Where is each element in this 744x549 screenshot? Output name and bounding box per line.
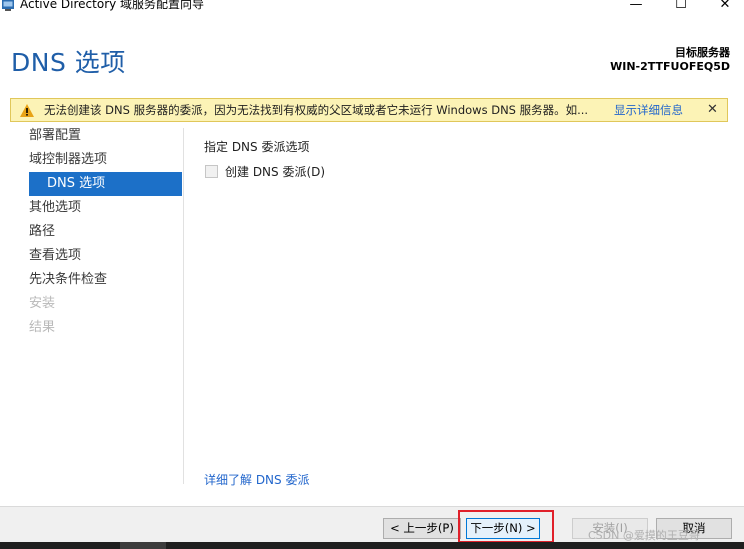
warning-banner: 无法创建该 DNS 服务器的委派，因为无法找到有权威的父区域或者它未运行 Win… <box>10 98 728 122</box>
sidebar-item-dc-options[interactable]: 域控制器选项 <box>29 148 107 172</box>
sidebar-item-deployment-config[interactable]: 部署配置 <box>29 124 81 148</box>
minimize-button[interactable]: — <box>624 0 648 13</box>
sidebar-item-additional-options[interactable]: 其他选项 <box>29 196 81 220</box>
wizard-footer: < 上一步(P) 下一步(N) > 安装(I) 取消 CSDN @爱摸的王豆哥 <box>0 506 744 543</box>
server-manager-icon <box>2 0 14 11</box>
page-title: DNS 选项 <box>11 48 126 77</box>
create-dns-delegation-checkbox[interactable] <box>205 165 218 178</box>
taskbar <box>0 542 744 549</box>
next-button[interactable]: 下一步(N) > <box>466 518 540 539</box>
title-bar: Active Directory 域服务配置向导 — ☐ ✕ <box>0 0 744 14</box>
sidebar-divider <box>183 128 184 484</box>
target-server-name: WIN-2TTFUOFEQ5D <box>610 60 730 73</box>
target-server-label: 目标服务器 <box>675 46 730 59</box>
sidebar-item-review-options[interactable]: 查看选项 <box>29 244 81 268</box>
sidebar-item-dns-options[interactable]: DNS 选项 <box>29 172 182 196</box>
dismiss-warning-button[interactable]: ✕ <box>707 102 718 118</box>
watermark: CSDN @爱摸的王豆哥 <box>588 529 700 542</box>
warning-icon <box>20 104 34 117</box>
warning-message: 无法创建该 DNS 服务器的委派，因为无法找到有权威的父区域或者它未运行 Win… <box>44 103 589 117</box>
create-dns-delegation-label[interactable]: 创建 DNS 委派(D) <box>225 163 325 180</box>
learn-more-dns-delegation-link[interactable]: 详细了解 DNS 委派 <box>204 471 309 488</box>
sidebar-item-paths[interactable]: 路径 <box>29 220 55 244</box>
close-button[interactable]: ✕ <box>713 0 737 13</box>
dns-delegation-section-label: 指定 DNS 委派选项 <box>204 140 310 154</box>
wizard-steps-sidebar: 部署配置 域控制器选项 DNS 选项 其他选项 路径 查看选项 先决条件检查 安… <box>0 124 183 504</box>
sidebar-item-results: 结果 <box>29 320 56 335</box>
taskbar-item[interactable] <box>120 542 166 549</box>
sidebar-item-prerequisites-check[interactable]: 先决条件检查 <box>29 268 107 292</box>
show-details-link[interactable]: 显示详细信息 <box>614 103 683 118</box>
maximize-button[interactable]: ☐ <box>669 0 693 13</box>
sidebar-item-installation: 安装 <box>29 296 56 311</box>
previous-button[interactable]: < 上一步(P) <box>383 518 461 539</box>
window-title: Active Directory 域服务配置向导 <box>20 0 205 11</box>
